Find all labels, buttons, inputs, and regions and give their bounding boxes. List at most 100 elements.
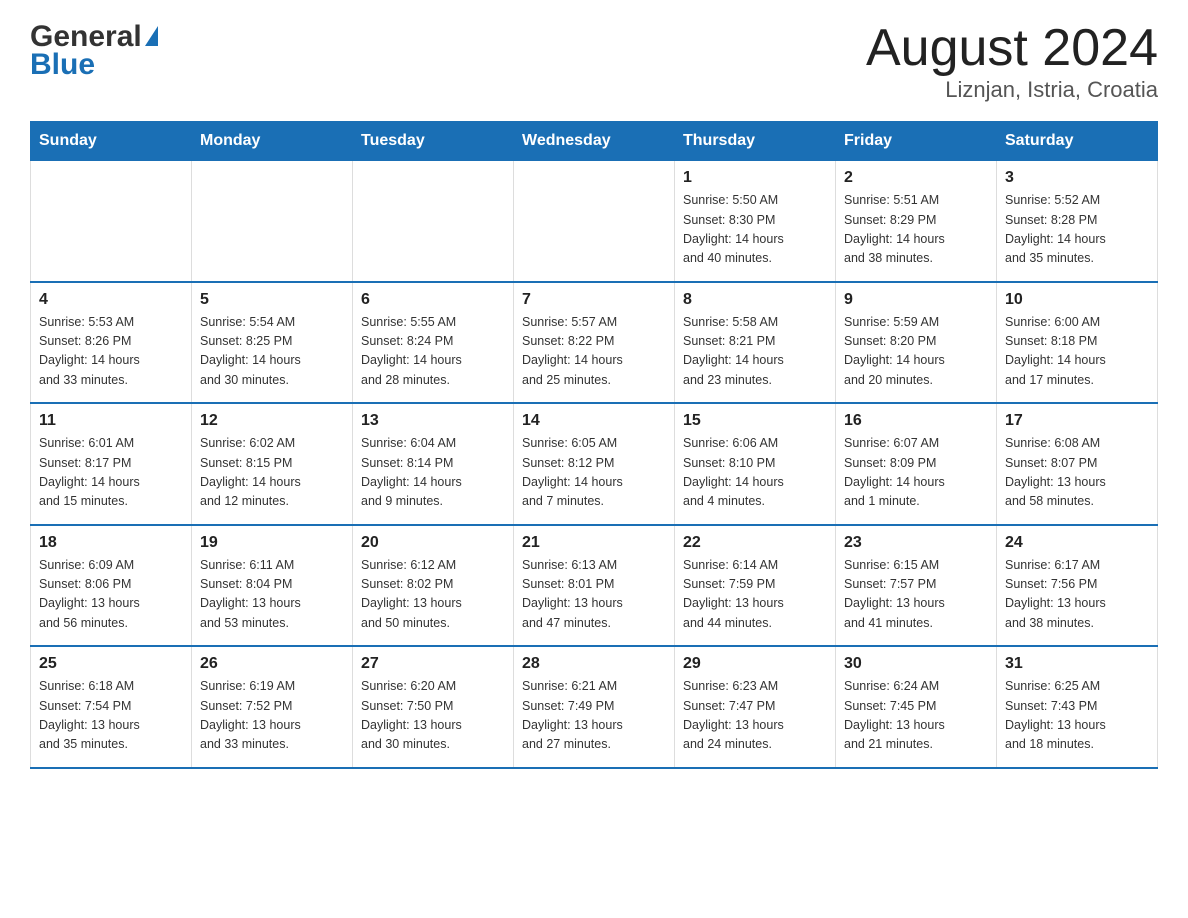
day-number: 8: [683, 291, 827, 309]
logo-blue-text: Blue: [30, 48, 95, 82]
day-info: Sunrise: 6:23 AM Sunset: 7:47 PM Dayligh…: [683, 677, 827, 755]
day-info: Sunrise: 5:52 AM Sunset: 8:28 PM Dayligh…: [1005, 191, 1149, 269]
day-number: 1: [683, 169, 827, 187]
header-cell-wednesday: Wednesday: [514, 122, 675, 161]
week-row-4: 18 Sunrise: 6:09 AM Sunset: 8:06 PM Dayli…: [31, 525, 1158, 647]
day-info: Sunrise: 6:20 AM Sunset: 7:50 PM Dayligh…: [361, 677, 505, 755]
day-number: 21: [522, 534, 666, 552]
day-number: 6: [361, 291, 505, 309]
day-cell: 27Sunrise: 6:20 AM Sunset: 7:50 PM Dayli…: [353, 646, 514, 768]
calendar-header-row: SundayMondayTuesdayWednesdayThursdayFrid…: [31, 122, 1158, 161]
day-info: Sunrise: 6:12 AM Sunset: 8:02 PM Dayligh…: [361, 556, 505, 634]
day-number: 29: [683, 655, 827, 673]
day-info: Sunrise: 6:17 AM Sunset: 7:56 PM Dayligh…: [1005, 556, 1149, 634]
day-info: Sunrise: 5:57 AM Sunset: 8:22 PM Dayligh…: [522, 313, 666, 391]
day-info: Sunrise: 6:06 AM Sunset: 8:10 PM Dayligh…: [683, 434, 827, 512]
day-cell: [514, 161, 675, 282]
day-info: Sunrise: 6:08 AM Sunset: 8:07 PM Dayligh…: [1005, 434, 1149, 512]
calendar-table: SundayMondayTuesdayWednesdayThursdayFrid…: [30, 121, 1158, 769]
day-cell: 3 Sunrise: 5:52 AM Sunset: 8:28 PM Daylig…: [997, 161, 1158, 282]
day-cell: 7 Sunrise: 5:57 AM Sunset: 8:22 PM Daylig…: [514, 282, 675, 404]
day-info: Sunrise: 6:18 AM Sunset: 7:54 PM Dayligh…: [39, 677, 183, 755]
day-number: 13: [361, 412, 505, 430]
day-cell: 26 Sunrise: 6:19 AM Sunset: 7:52 PM Dayli…: [192, 646, 353, 768]
day-info: Sunrise: 5:50 AM Sunset: 8:30 PM Dayligh…: [683, 191, 827, 269]
day-info: Sunrise: 6:01 AM Sunset: 8:17 PM Dayligh…: [39, 434, 183, 512]
day-cell: 21 Sunrise: 6:13 AM Sunset: 8:01 PM Dayli…: [514, 525, 675, 647]
week-row-3: 11 Sunrise: 6:01 AM Sunset: 8:17 PM Dayli…: [31, 403, 1158, 525]
day-cell: 19 Sunrise: 6:11 AM Sunset: 8:04 PM Dayli…: [192, 525, 353, 647]
day-cell: 5Sunrise: 5:54 AM Sunset: 8:25 PM Daylig…: [192, 282, 353, 404]
day-info: Sunrise: 6:21 AM Sunset: 7:49 PM Dayligh…: [522, 677, 666, 755]
day-cell: 14 Sunrise: 6:05 AM Sunset: 8:12 PM Dayli…: [514, 403, 675, 525]
day-cell: 13 Sunrise: 6:04 AM Sunset: 8:14 PM Dayli…: [353, 403, 514, 525]
day-cell: 8 Sunrise: 5:58 AM Sunset: 8:21 PM Daylig…: [675, 282, 836, 404]
day-number: 25: [39, 655, 183, 673]
day-cell: 9 Sunrise: 5:59 AM Sunset: 8:20 PM Daylig…: [836, 282, 997, 404]
day-number: 17: [1005, 412, 1149, 430]
day-info: Sunrise: 6:13 AM Sunset: 8:01 PM Dayligh…: [522, 556, 666, 634]
day-info: Sunrise: 6:19 AM Sunset: 7:52 PM Dayligh…: [200, 677, 344, 755]
header-cell-monday: Monday: [192, 122, 353, 161]
day-info: Sunrise: 5:59 AM Sunset: 8:20 PM Dayligh…: [844, 313, 988, 391]
day-number: 19: [200, 534, 344, 552]
day-info: Sunrise: 5:51 AM Sunset: 8:29 PM Dayligh…: [844, 191, 988, 269]
calendar-body: 1 Sunrise: 5:50 AM Sunset: 8:30 PM Daylig…: [31, 161, 1158, 768]
day-number: 4: [39, 291, 183, 309]
day-info: Sunrise: 6:24 AM Sunset: 7:45 PM Dayligh…: [844, 677, 988, 755]
day-number: 16: [844, 412, 988, 430]
day-info: Sunrise: 6:04 AM Sunset: 8:14 PM Dayligh…: [361, 434, 505, 512]
day-number: 5: [200, 291, 344, 309]
day-cell: 20 Sunrise: 6:12 AM Sunset: 8:02 PM Dayli…: [353, 525, 514, 647]
day-cell: 30 Sunrise: 6:24 AM Sunset: 7:45 PM Dayli…: [836, 646, 997, 768]
day-info: Sunrise: 6:07 AM Sunset: 8:09 PM Dayligh…: [844, 434, 988, 512]
day-number: 26: [200, 655, 344, 673]
day-number: 7: [522, 291, 666, 309]
header-cell-saturday: Saturday: [997, 122, 1158, 161]
title-block: August 2024 Liznjan, Istria, Croatia: [866, 20, 1158, 103]
page-header: General Blue August 2024 Liznjan, Istria…: [30, 20, 1158, 103]
day-cell: 17 Sunrise: 6:08 AM Sunset: 8:07 PM Dayli…: [997, 403, 1158, 525]
day-number: 9: [844, 291, 988, 309]
day-number: 20: [361, 534, 505, 552]
day-cell: 29 Sunrise: 6:23 AM Sunset: 7:47 PM Dayli…: [675, 646, 836, 768]
header-cell-thursday: Thursday: [675, 122, 836, 161]
week-row-2: 4 Sunrise: 5:53 AM Sunset: 8:26 PM Daylig…: [31, 282, 1158, 404]
week-row-5: 25 Sunrise: 6:18 AM Sunset: 7:54 PM Dayli…: [31, 646, 1158, 768]
day-info: Sunrise: 6:15 AM Sunset: 7:57 PM Dayligh…: [844, 556, 988, 634]
logo: General Blue: [30, 20, 158, 82]
day-info: Sunrise: 5:53 AM Sunset: 8:26 PM Dayligh…: [39, 313, 183, 391]
day-cell: 2 Sunrise: 5:51 AM Sunset: 8:29 PM Daylig…: [836, 161, 997, 282]
header-cell-sunday: Sunday: [31, 122, 192, 161]
week-row-1: 1 Sunrise: 5:50 AM Sunset: 8:30 PM Daylig…: [31, 161, 1158, 282]
day-cell: [192, 161, 353, 282]
day-cell: 6 Sunrise: 5:55 AM Sunset: 8:24 PM Daylig…: [353, 282, 514, 404]
location-title: Liznjan, Istria, Croatia: [866, 77, 1158, 103]
day-cell: 28Sunrise: 6:21 AM Sunset: 7:49 PM Dayli…: [514, 646, 675, 768]
day-number: 22: [683, 534, 827, 552]
day-number: 15: [683, 412, 827, 430]
day-cell: 10Sunrise: 6:00 AM Sunset: 8:18 PM Dayli…: [997, 282, 1158, 404]
day-number: 3: [1005, 169, 1149, 187]
day-info: Sunrise: 5:55 AM Sunset: 8:24 PM Dayligh…: [361, 313, 505, 391]
day-info: Sunrise: 6:05 AM Sunset: 8:12 PM Dayligh…: [522, 434, 666, 512]
day-cell: 23 Sunrise: 6:15 AM Sunset: 7:57 PM Dayli…: [836, 525, 997, 647]
day-number: 11: [39, 412, 183, 430]
day-info: Sunrise: 5:58 AM Sunset: 8:21 PM Dayligh…: [683, 313, 827, 391]
day-info: Sunrise: 6:11 AM Sunset: 8:04 PM Dayligh…: [200, 556, 344, 634]
day-cell: [353, 161, 514, 282]
day-number: 2: [844, 169, 988, 187]
day-info: Sunrise: 6:14 AM Sunset: 7:59 PM Dayligh…: [683, 556, 827, 634]
day-number: 14: [522, 412, 666, 430]
day-number: 30: [844, 655, 988, 673]
day-number: 12: [200, 412, 344, 430]
day-cell: [31, 161, 192, 282]
day-cell: 1 Sunrise: 5:50 AM Sunset: 8:30 PM Daylig…: [675, 161, 836, 282]
day-info: Sunrise: 6:09 AM Sunset: 8:06 PM Dayligh…: [39, 556, 183, 634]
day-info: Sunrise: 6:00 AM Sunset: 8:18 PM Dayligh…: [1005, 313, 1149, 391]
month-title: August 2024: [866, 20, 1158, 77]
day-cell: 15 Sunrise: 6:06 AM Sunset: 8:10 PM Dayli…: [675, 403, 836, 525]
day-number: 23: [844, 534, 988, 552]
day-number: 18: [39, 534, 183, 552]
header-cell-friday: Friday: [836, 122, 997, 161]
